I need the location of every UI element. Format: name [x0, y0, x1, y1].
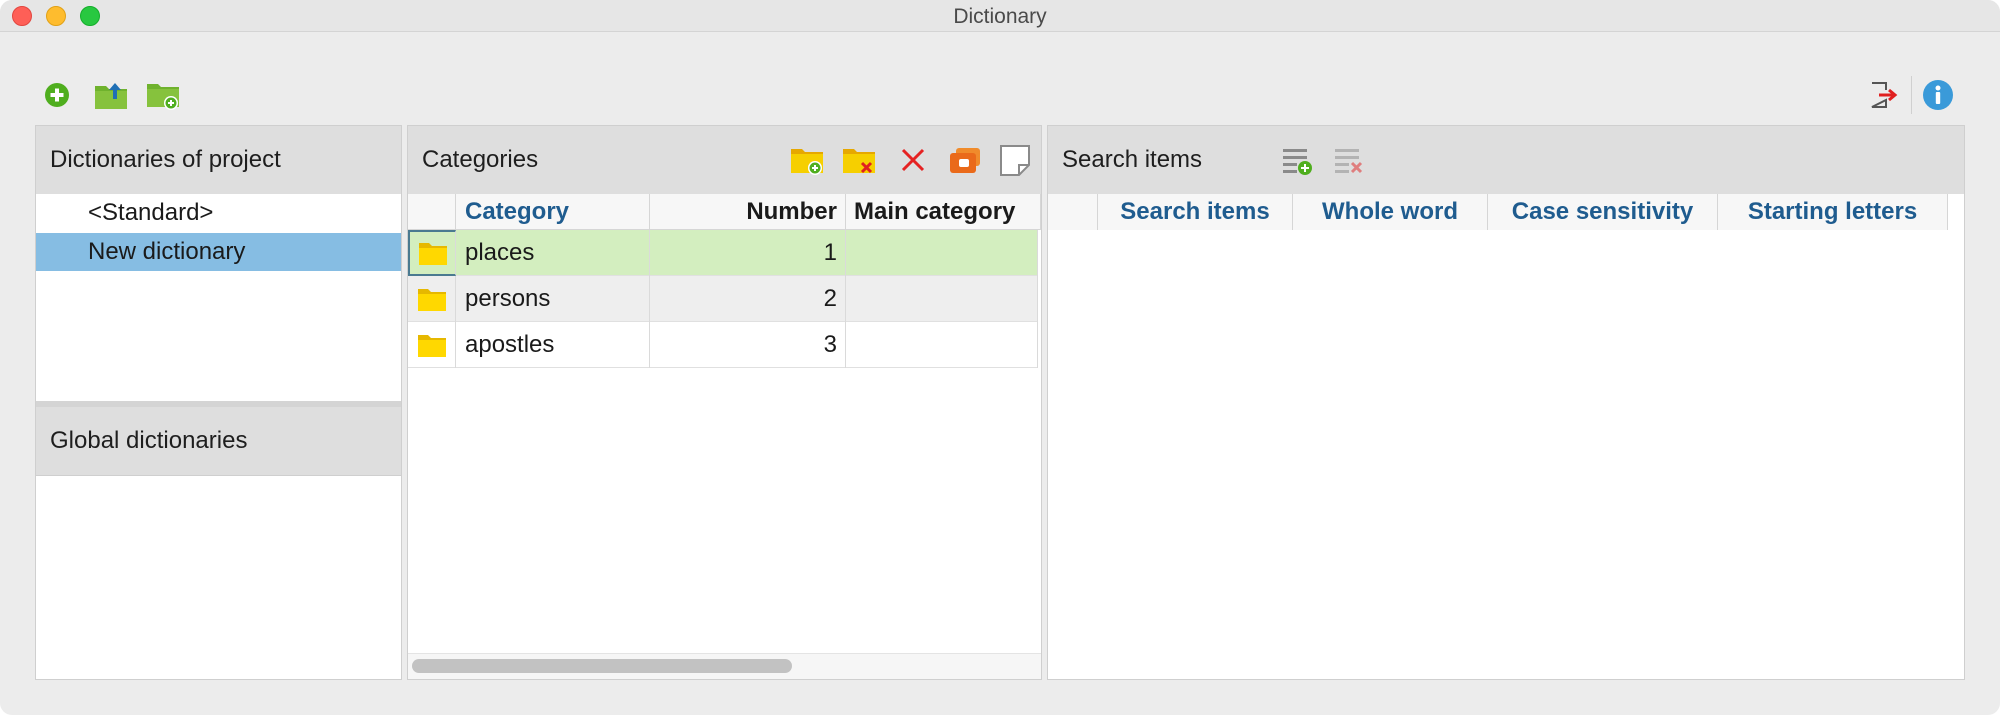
table-row[interactable]: persons 2 — [408, 276, 1038, 322]
dictionaries-header-label: Dictionaries of project — [50, 146, 281, 173]
dictionary-item-new[interactable]: New dictionary — [36, 233, 401, 271]
row-icon-cell — [408, 322, 456, 368]
column-header-number[interactable]: Number — [650, 194, 846, 230]
dictionary-item-standard[interactable]: <Standard> — [36, 194, 401, 232]
folder-icon — [417, 335, 446, 357]
delete-button[interactable] — [896, 143, 930, 177]
card-icon — [950, 148, 980, 173]
number-cell: 2 — [650, 276, 846, 322]
column-header-label: Search items — [1120, 198, 1270, 225]
table-row[interactable]: apostles 3 — [408, 322, 1038, 368]
category-cell: apostles — [456, 322, 650, 368]
list-delete-icon — [1335, 149, 1363, 174]
card-button[interactable] — [948, 143, 982, 177]
table-header-blank — [1048, 194, 1098, 230]
add-folder-button[interactable] — [146, 78, 180, 112]
add-circle-icon — [45, 83, 69, 107]
dictionary-item-label: New dictionary — [88, 238, 246, 265]
dictionary-window: Dictionary Dictionaries of project <Stan… — [0, 0, 2000, 715]
folder-delete-icon — [843, 149, 875, 174]
column-header-whole-word[interactable]: Whole word — [1293, 194, 1488, 230]
categories-table: Category Number Main category places 1 p… — [408, 194, 1041, 679]
new-dictionary-button[interactable] — [40, 78, 74, 112]
exit-button[interactable] — [1866, 78, 1900, 112]
info-icon — [1923, 80, 1953, 110]
horizontal-scrollbar-track[interactable] — [408, 653, 1041, 679]
dictionaries-header: Dictionaries of project — [36, 126, 401, 194]
row-icon-cell — [408, 230, 456, 276]
row-icon-cell — [408, 276, 456, 322]
table-row[interactable]: places 1 — [408, 230, 1038, 276]
dictionaries-panel: Dictionaries of project <Standard> New d… — [35, 125, 402, 680]
folder-icon — [417, 289, 446, 311]
category-cell: places — [456, 230, 650, 276]
main-category-cell — [846, 322, 1038, 368]
list-add-icon — [1283, 149, 1312, 175]
exit-icon — [1871, 82, 1898, 108]
search-items-table: Search items Whole word Case sensitivity… — [1048, 194, 1964, 679]
column-header-label: Case sensitivity — [1511, 198, 1694, 225]
main-category-cell — [846, 230, 1038, 276]
categories-header: Categories — [408, 126, 1041, 194]
category-cell: persons — [456, 276, 650, 322]
table-header-folder — [408, 194, 456, 230]
number-cell: 3 — [650, 322, 846, 368]
categories-panel: Categories Category Number Main category… — [407, 125, 1042, 680]
search-items-panel: Search items Search items Whole word Cas… — [1047, 125, 1965, 680]
horizontal-scrollbar-thumb[interactable] — [412, 659, 792, 673]
window-title: Dictionary — [953, 5, 1047, 28]
column-header-main-category[interactable]: Main category — [846, 194, 1041, 230]
column-header-label: Starting letters — [1747, 198, 1918, 225]
column-header-label: Whole word — [1322, 198, 1458, 225]
column-header-starting-letters[interactable]: Starting letters — [1718, 194, 1948, 230]
column-header-search-items[interactable]: Search items — [1098, 194, 1293, 230]
number-cell: 1 — [650, 230, 846, 276]
search-items-header: Search items — [1048, 126, 1964, 194]
folder-icon — [418, 243, 447, 265]
delete-search-item-button[interactable] — [1332, 143, 1366, 177]
memo-button[interactable] — [998, 143, 1032, 177]
title-bar: Dictionary — [0, 0, 2000, 32]
column-header-label: Category — [465, 197, 570, 225]
memo-icon — [1000, 145, 1030, 176]
delete-category-button[interactable] — [842, 143, 876, 177]
column-header-category[interactable]: Category — [456, 194, 650, 230]
add-category-button[interactable] — [790, 143, 824, 177]
folder-upload-icon — [95, 83, 127, 109]
categories-header-label: Categories — [422, 146, 539, 173]
folder-add-icon — [791, 149, 823, 175]
global-dictionaries-list[interactable] — [36, 475, 401, 679]
global-dictionaries-header: Global dictionaries — [36, 407, 401, 475]
main-category-cell — [846, 276, 1038, 322]
global-dictionaries-label: Global dictionaries — [50, 427, 248, 454]
folder-add-icon — [147, 84, 179, 110]
add-search-item-button[interactable] — [1280, 143, 1314, 177]
search-items-header-label: Search items — [1062, 146, 1203, 173]
import-dictionary-button[interactable] — [94, 78, 128, 112]
column-header-case-sensitivity[interactable]: Case sensitivity — [1488, 194, 1718, 230]
column-header-label: Main category — [854, 197, 1016, 225]
dictionary-item-label: <Standard> — [88, 199, 214, 226]
delete-icon — [901, 148, 925, 172]
toolbar-separator — [1911, 76, 1912, 114]
info-button[interactable] — [1921, 78, 1955, 112]
column-header-label: Number — [746, 197, 837, 225]
